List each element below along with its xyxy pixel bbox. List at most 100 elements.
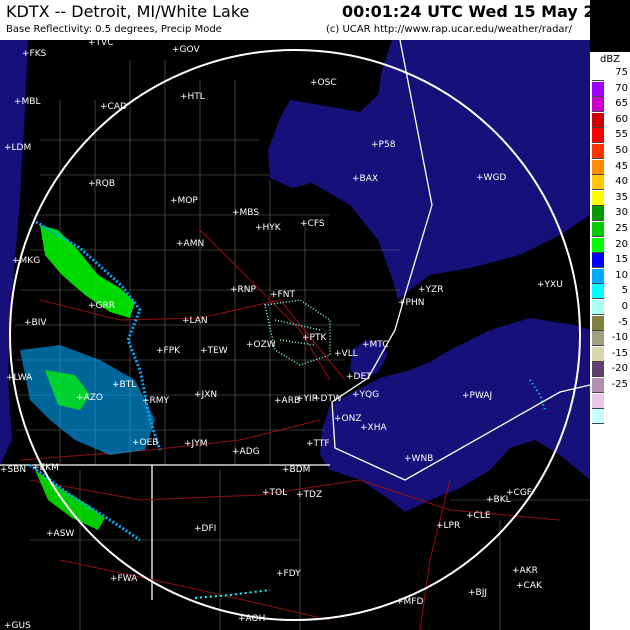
city-vll: +VLL — [334, 349, 358, 359]
legend-value: 45 — [615, 160, 628, 172]
city-amn: +AMN — [176, 239, 204, 249]
city-cad: +CAD — [100, 102, 127, 112]
city-label: +DFI — [194, 524, 216, 534]
legend-value: 70 — [615, 82, 628, 94]
city-label: +JYM — [184, 439, 207, 449]
legend-swatch — [592, 331, 604, 347]
city-label: +YZR — [418, 285, 443, 295]
legend-value: 0 — [621, 301, 628, 312]
city-tdz: +TDZ — [296, 490, 322, 500]
city-bax: +BAX — [352, 174, 378, 184]
legend-level: -5 — [590, 315, 630, 331]
city-gov: +GOV — [172, 45, 200, 55]
city-tol: +TOL — [262, 488, 287, 498]
city-label: +EKM — [32, 463, 59, 473]
city-label: +FPK — [156, 346, 181, 356]
city-label: +RNP — [230, 285, 257, 295]
header-bar: KDTX -- Detroit, MI/White Lake 00:01:24 … — [0, 0, 628, 40]
city-label: +TOL — [262, 488, 287, 498]
city-label: +P58 — [371, 140, 396, 150]
legend-swatch — [592, 300, 604, 315]
city-label: +CFS — [300, 219, 325, 229]
legend-swatch — [592, 159, 604, 175]
city-akr: +AKR — [512, 566, 538, 576]
city-xha: +XHA — [360, 423, 387, 433]
legend-level: 35 — [590, 190, 630, 206]
city-osc: +OSC — [310, 78, 337, 88]
city-mop: +MOP — [170, 196, 198, 206]
legend-level: 0 — [590, 300, 630, 315]
city-label: +SBN — [0, 465, 26, 475]
legend-level: -15 — [590, 346, 630, 362]
city-biv: +BIV — [24, 318, 47, 328]
city-label: +FDY — [276, 569, 301, 579]
city-fnt: +FNT — [270, 290, 295, 300]
city-yxu: +YXU — [537, 280, 563, 290]
legend-swatch — [592, 222, 604, 237]
legend-swatch — [592, 97, 604, 113]
legend-swatch — [592, 315, 604, 331]
city-cak: +CAK — [516, 581, 543, 591]
credit-link[interactable]: (c) UCAR http://www.rap.ucar.edu/weather… — [326, 24, 572, 35]
city-dtw: +DTW — [313, 394, 342, 404]
city-mkg: +MKG — [12, 256, 40, 266]
city-hyk: +HYK — [255, 223, 282, 233]
city-label: +RQB — [88, 179, 115, 189]
legend-value: 30 — [615, 207, 628, 219]
dbz-legend: dBZ 75 70 65 60 55 50 45 40 35 30 25 20 15 10 5 0 -5 -10-… — [590, 52, 630, 630]
city-label: +FNT — [270, 290, 295, 300]
city-label: +AZO — [76, 393, 103, 403]
city-yzr: +YZR — [418, 285, 443, 295]
legend-swatch — [592, 378, 604, 393]
radar-map: +FKS+TVC+GOV+MBL +CAD+HTL+OSC+LDM +P58+RQB… — [0, 0, 590, 630]
city-label: +DET — [346, 372, 372, 382]
legend-level: 55 — [590, 128, 630, 144]
legend-level: -25 — [590, 378, 630, 393]
city-ozw: +OZW — [246, 340, 276, 350]
city-label: +BTL — [112, 380, 136, 390]
city-yqg: +YQG — [352, 390, 379, 400]
city-rmy: +RMY — [142, 396, 170, 406]
city-label: +MFD — [396, 597, 423, 607]
legend-swatch — [592, 346, 604, 362]
city-lan: +LAN — [182, 316, 208, 326]
legend-swatch — [592, 206, 604, 222]
city-label: +BAX — [352, 174, 378, 184]
legend-swatch — [592, 144, 604, 159]
city-label: +AOH — [238, 614, 265, 624]
city-label: +TDZ — [296, 490, 322, 500]
city-btl: +BTL — [112, 380, 136, 390]
radar-display: +FKS +TVC +GOV +MBL +CAD +HTL +OSC +LDM +P58 +RQB… — [0, 0, 630, 630]
city-asw: +ASW — [46, 529, 74, 539]
city-label: +FKS — [22, 49, 47, 59]
city-ldm: +LDM — [4, 143, 31, 153]
city-label: +CAD — [100, 102, 127, 112]
city-onz: +ONZ — [334, 414, 362, 424]
legend-value: -5 — [618, 316, 628, 328]
city-label: +MTC — [362, 340, 389, 350]
city-label: +MBL — [14, 97, 41, 107]
legend-unit: dBZ — [599, 54, 621, 65]
city-wnb: +WNB — [404, 454, 433, 464]
city-label: +GRR — [88, 301, 115, 311]
city-label: +BJJ — [468, 588, 487, 598]
city-label: +OEB — [132, 438, 159, 448]
legend-level: 65 — [590, 97, 630, 113]
city-rqb: +RQB — [88, 179, 115, 189]
legend-level: 10 — [590, 268, 630, 284]
legend-level — [590, 409, 630, 425]
city-label: +GUS — [4, 621, 31, 630]
city-phn: +PHN — [398, 298, 424, 308]
city-label: +CLE — [466, 511, 491, 521]
city-cle: +CLE — [466, 511, 491, 521]
city-azo: +AZO — [76, 393, 103, 403]
city-label: +MOP — [170, 196, 198, 206]
city-label: +AMN — [176, 239, 204, 249]
legend-value: 20 — [615, 238, 628, 250]
city-fdy: +FDY — [276, 569, 301, 579]
legend-level: 70 — [590, 81, 630, 97]
city-fwa: +FWA — [110, 574, 138, 584]
city-label: +WGD — [476, 173, 506, 183]
legend-swatch — [592, 66, 604, 81]
city-tew: +TEW — [200, 346, 228, 356]
